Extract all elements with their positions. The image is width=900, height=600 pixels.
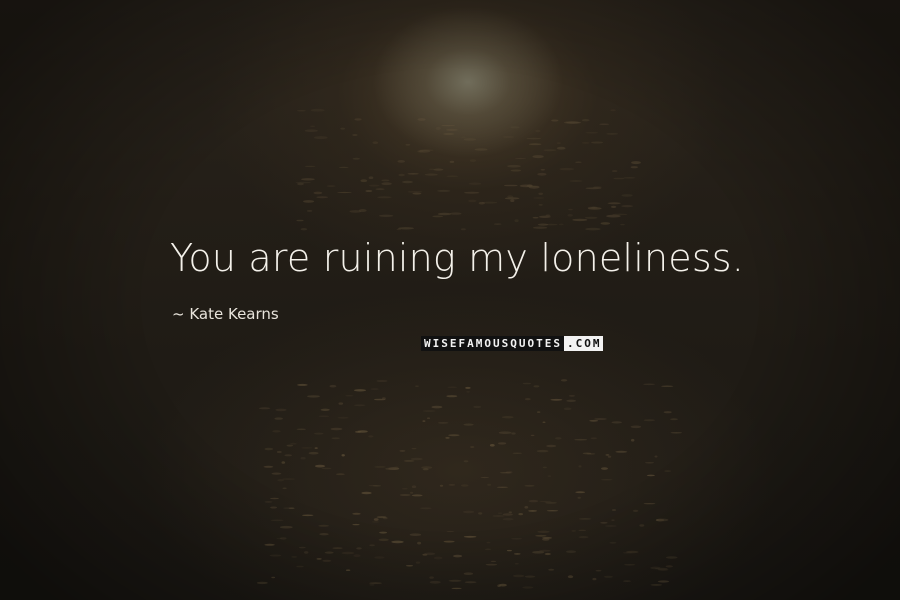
watermark-tld-text: .COM: [563, 336, 604, 351]
quote-author: ~ Kate Kearns: [172, 305, 279, 323]
watermark-main-text: WISEFAMOUSQUOTES: [421, 336, 564, 351]
quote-image: You are ruining my loneliness. ~ Kate Ke…: [0, 0, 900, 600]
vignette-overlay: [0, 0, 900, 600]
watermark-logo: WISEFAMOUSQUOTES .COM: [421, 336, 604, 351]
quote-text: You are ruining my loneliness.: [170, 236, 745, 280]
